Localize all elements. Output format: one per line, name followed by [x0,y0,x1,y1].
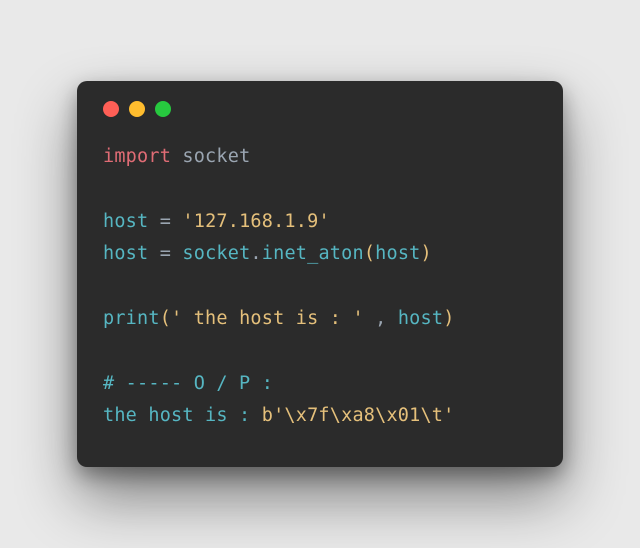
paren-open: ( [160,308,171,329]
code-line-1: import socket [103,146,250,167]
output-lead: the host is : [103,405,262,426]
code-line-3: host = socket.inet_aton(host) [103,243,432,264]
fn-inet-aton: inet_aton [262,243,364,264]
op-eq: = [160,243,171,264]
comment-op: # ----- O / P : [103,373,273,394]
module-socket: socket [182,146,250,167]
module-socket: socket [182,243,250,264]
op-eq: = [160,211,171,232]
fn-print: print [103,308,160,329]
paren-open: ( [364,243,375,264]
string-msg: ' the host is : ' [171,308,364,329]
minimize-icon[interactable] [129,101,145,117]
string-ip: '127.168.1.9' [182,211,329,232]
output-bytes-prefix: b [262,405,273,426]
dot: . [250,243,261,264]
keyword-import: import [103,146,171,167]
stage: import socket host = '127.168.1.9' host … [0,0,640,548]
code-line-6: the host is : b'\x7f\xa8\x01\t' [103,405,455,426]
code-line-5: # ----- O / P : [103,373,273,394]
paren-close: ) [443,308,454,329]
window-traffic-lights [103,101,537,117]
code-window: import socket host = '127.168.1.9' host … [77,81,563,466]
paren-close: ) [421,243,432,264]
code-line-4: print(' the host is : ' , host) [103,308,455,329]
output-bytes: '\x7f\xa8\x01\t' [273,405,454,426]
ident-host: host [103,211,148,232]
code-line-2: host = '127.168.1.9' [103,211,330,232]
arg-host: host [375,243,420,264]
ident-host: host [103,243,148,264]
arg-host: host [386,308,443,329]
code-block: import socket host = '127.168.1.9' host … [103,141,537,432]
close-icon[interactable] [103,101,119,117]
zoom-icon[interactable] [155,101,171,117]
comma: , [364,308,387,329]
